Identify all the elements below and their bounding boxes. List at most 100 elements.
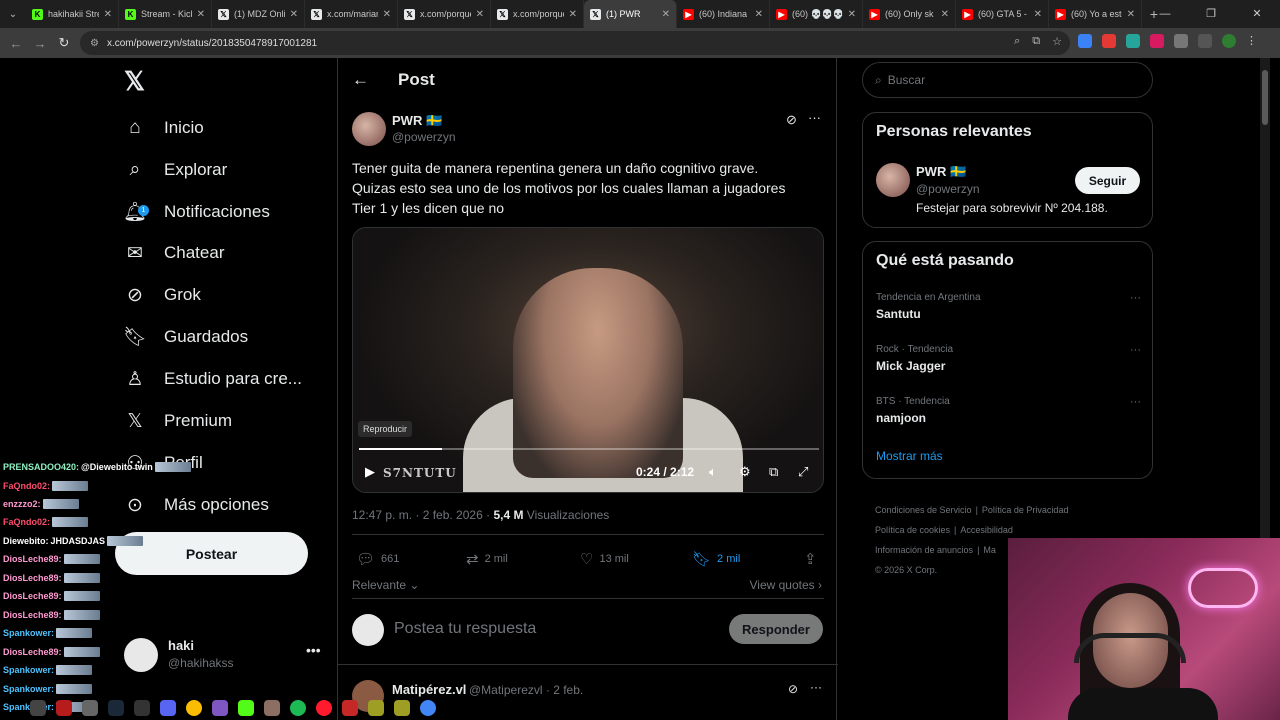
app-icon[interactable] — [264, 700, 280, 716]
avatar[interactable] — [876, 163, 910, 197]
nav-item-estudio-para-cre[interactable]: ♙ Estudio para cre... — [124, 359, 302, 399]
video-progress-bar[interactable] — [359, 448, 819, 450]
browser-tab[interactable]: 𝕏x.com/porque ✕ — [398, 0, 491, 28]
nav-item-chatear[interactable]: ✉ Chatear — [124, 233, 224, 273]
tab-close-icon[interactable]: ✕ — [383, 9, 391, 20]
author-avatar[interactable] — [352, 112, 386, 146]
tab-search-button[interactable]: ⌄ — [0, 0, 26, 28]
site-info-icon[interactable]: ⚙ — [90, 38, 99, 49]
more-icon[interactable]: ··· — [808, 110, 821, 125]
share-button[interactable]: ⇪ — [804, 550, 817, 568]
trend-item[interactable]: BTS · Tendencia namjoon ··· — [876, 396, 1141, 436]
chrome-icon[interactable] — [420, 700, 436, 716]
app-icon[interactable] — [82, 700, 98, 716]
person-handle[interactable]: @powerzyn — [916, 182, 980, 196]
x-logo[interactable]: 𝕏 — [124, 68, 150, 94]
more-icon[interactable]: ··· — [1130, 292, 1141, 304]
tab-close-icon[interactable]: ✕ — [755, 9, 763, 20]
app-icon[interactable] — [368, 700, 384, 716]
follow-button[interactable]: Seguir — [1075, 167, 1140, 194]
opera-icon[interactable] — [316, 700, 332, 716]
sidebar-icon[interactable] — [1198, 34, 1212, 48]
close-window-button[interactable]: ✕ — [1234, 0, 1280, 28]
tab-close-icon[interactable]: ✕ — [104, 9, 112, 20]
footer-link[interactable]: Ma — [983, 545, 996, 555]
browser-tab[interactable]: ▶ (60) Yo a esto ✕ — [1049, 0, 1142, 28]
more-icon[interactable]: ··· — [810, 680, 822, 694]
more-icon[interactable]: ··· — [1130, 344, 1141, 356]
restore-button[interactable]: ❐ — [1188, 0, 1234, 28]
minimize-button[interactable]: — — [1142, 0, 1188, 28]
browser-tab[interactable]: K Stream - Kick ✕ — [119, 0, 212, 28]
pip-icon[interactable]: ⧉ — [769, 464, 778, 480]
account-switcher[interactable]: haki @hakihakss ••• — [124, 636, 324, 676]
sort-dropdown[interactable]: Relevante ⌄ — [352, 578, 419, 592]
video-player[interactable]: Reproducir ▶ S7NTUTU 0:24 / 2:12 🔈︎ ⚙ ⧉ … — [352, 227, 824, 493]
more-icon[interactable]: ••• — [306, 642, 321, 658]
browser-tab[interactable]: ▶ (60) Only sk ✕ — [863, 0, 956, 28]
extension-icon[interactable] — [1150, 34, 1164, 48]
bookmark-button[interactable]: 🔖︎ 2 mil — [692, 550, 740, 568]
footer-link[interactable]: Accesibilidad — [960, 525, 1013, 535]
scrollbar-thumb[interactable] — [1262, 70, 1268, 125]
tab-close-icon[interactable]: ✕ — [941, 9, 949, 20]
fullscreen-icon[interactable]: ⤢ — [798, 464, 808, 480]
app-icon[interactable] — [134, 700, 150, 716]
nav-item-premium[interactable]: 𝕏 Premium — [124, 401, 232, 441]
nav-item-grok[interactable]: ⊘ Grok — [124, 275, 201, 315]
puzzle-icon[interactable] — [1174, 34, 1188, 48]
footer-link[interactable]: Condiciones de Servicio — [875, 505, 972, 515]
volume-icon[interactable]: 🔈︎ — [709, 464, 717, 480]
reply-input[interactable]: Postea tu respuesta — [394, 620, 536, 638]
spotify-icon[interactable] — [290, 700, 306, 716]
zoom-icon[interactable]: ⌕ — [1014, 35, 1020, 48]
browser-tab[interactable]: ▶ (60) 💀💀💀 ✕ — [770, 0, 863, 28]
tab-close-icon[interactable]: ✕ — [1034, 9, 1042, 20]
person-name[interactable]: PWR 🇸🇪 — [916, 164, 966, 180]
tab-close-icon[interactable]: ✕ — [290, 9, 298, 20]
post-button[interactable]: Postear — [115, 532, 308, 575]
browser-tab[interactable]: ▶ (60) GTA 5 - ✕ — [956, 0, 1049, 28]
browser-tab[interactable]: ▶ (60) Indiana ✕ — [677, 0, 770, 28]
back-button[interactable]: ← — [4, 36, 28, 51]
grok-icon[interactable]: ⊘ — [788, 682, 798, 696]
grok-icon[interactable]: ⊘ — [786, 112, 797, 128]
nav-item-guardados[interactable]: 🔖︎ Guardados — [123, 317, 248, 357]
footer-link[interactable]: Política de cookies — [875, 525, 950, 535]
reply-button[interactable]: 💬︎ 661 — [356, 550, 399, 568]
url-bar[interactable]: ⚙ x.com/powerzyn/status/2018350478917001… — [80, 31, 1070, 55]
trend-item[interactable]: Rock · Tendencia Mick Jagger ··· — [876, 344, 1141, 384]
tab-close-icon[interactable]: ✕ — [1127, 9, 1135, 20]
browser-tab[interactable]: 𝕏x.com/mariano ✕ — [305, 0, 398, 28]
tab-close-icon[interactable]: ✕ — [848, 9, 856, 20]
nav-item-más-opciones[interactable]: ⊙ Más opciones — [124, 485, 269, 525]
reply-submit-button[interactable]: Responder — [729, 614, 823, 644]
chrome-icon[interactable] — [186, 700, 202, 716]
menu-icon[interactable]: ⋮ — [1246, 34, 1260, 48]
settings-icon[interactable]: ⚙ — [739, 464, 751, 480]
back-arrow-icon[interactable]: ← — [352, 70, 369, 90]
author-handle[interactable]: @powerzyn — [392, 130, 456, 144]
author-name[interactable]: PWR 🇸🇪 — [392, 113, 442, 129]
nav-item-inicio[interactable]: ⌂ Inicio — [124, 108, 203, 148]
extension-icon[interactable] — [1102, 34, 1116, 48]
footer-link[interactable]: © 2026 X Corp. — [875, 565, 937, 575]
view-quotes-link[interactable]: View quotes › — [750, 578, 823, 592]
like-button[interactable]: ♡ 13 mil — [580, 550, 629, 568]
install-icon[interactable]: ⧉ — [1032, 35, 1040, 48]
post-timestamp[interactable]: 12:47 p. m. · 2 feb. 2026 · — [352, 508, 490, 522]
more-icon[interactable]: ··· — [1130, 396, 1141, 408]
reload-button[interactable]: ↻ — [52, 35, 76, 51]
star-icon[interactable]: ☆ — [1052, 35, 1062, 48]
browser-tab[interactable]: Khakihakii Stream ✕ — [26, 0, 119, 28]
extension-icon[interactable] — [1126, 34, 1140, 48]
search-input[interactable]: ⌕ Buscar — [862, 62, 1153, 98]
browser-tab[interactable]: 𝕏x.com/porque ✕ — [491, 0, 584, 28]
nav-item-explorar[interactable]: ⌕ Explorar — [124, 150, 228, 190]
play-icon[interactable]: ▶ — [365, 464, 375, 480]
app-icon[interactable] — [30, 700, 46, 716]
kick-icon[interactable] — [238, 700, 254, 716]
trend-item[interactable]: Tendencia en Argentina Santutu ··· — [876, 292, 1141, 332]
browser-tab[interactable]: 𝕏 (1) MDZ Online ✕ — [212, 0, 305, 28]
nav-item-notificaciones[interactable]: 🔔︎ 1 Notificaciones — [123, 192, 270, 232]
